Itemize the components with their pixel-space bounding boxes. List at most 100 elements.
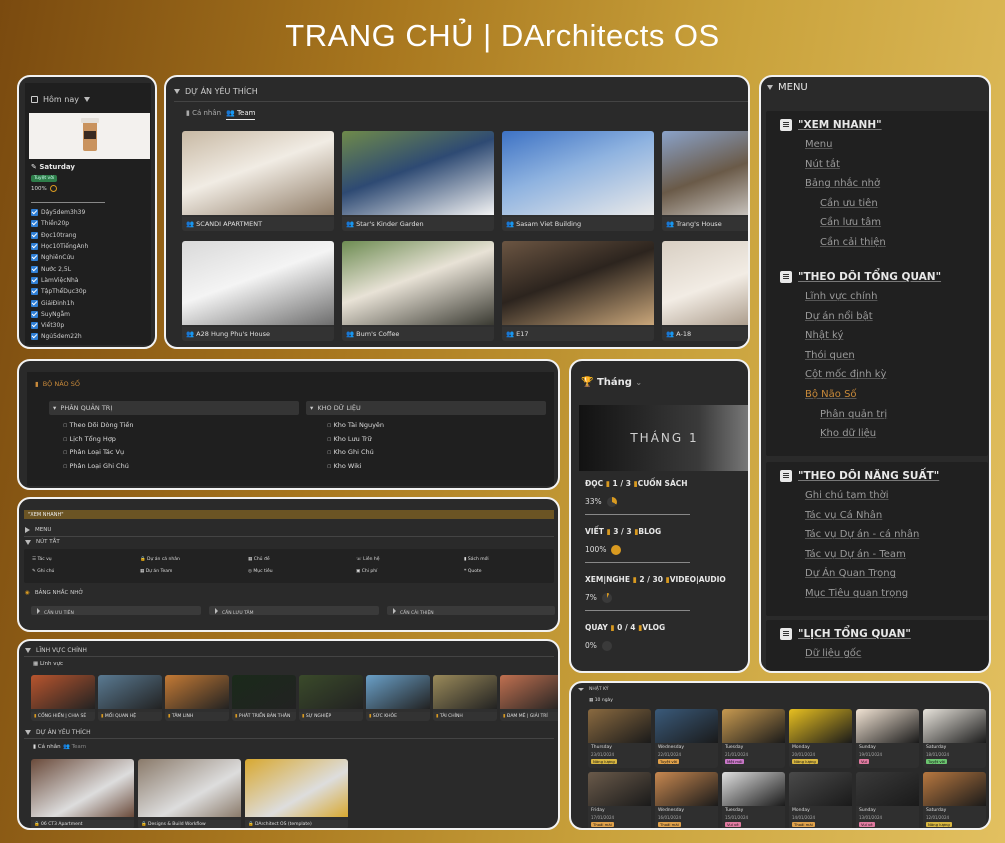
area-card[interactable]: ▮ ĐAM MÊ | GIẢI TRÍ: [500, 675, 558, 721]
area-card[interactable]: ▮ MỐI QUAN HỆ: [98, 675, 162, 721]
checkbox-checked-icon[interactable]: [31, 209, 38, 217]
menu-link[interactable]: Thói quen: [805, 350, 855, 361]
menu-link[interactable]: Nút tắt: [805, 159, 840, 170]
shortcut-button[interactable]: ▦ Dự án Team: [140, 569, 172, 574]
tab-personal[interactable]: ▮ Cá nhân: [186, 109, 221, 117]
area-card[interactable]: ▮ TÂM LINH: [165, 675, 229, 721]
diary-card[interactable]: Saturday 18/01/2024 Tuyệt vời: [923, 709, 986, 768]
project-card[interactable]: 👥 Star's Kinder Garden: [342, 131, 494, 231]
project-card[interactable]: 🔒 06 CT3 Apartment: [31, 759, 134, 828]
area-card[interactable]: ▮ SỨC KHỎE: [366, 675, 430, 721]
diary-card[interactable]: Saturday 12/01/2024 Năng lượng: [923, 772, 986, 828]
data-group-header[interactable]: ▾ KHO DỮ LIỆU: [306, 401, 546, 415]
menu-link[interactable]: Cần ưu tiên: [820, 198, 878, 209]
checkbox-checked-icon[interactable]: [31, 276, 38, 284]
todo-item[interactable]: Học10TiếngAnh: [31, 241, 151, 252]
menu-link[interactable]: Cần cải thiện: [820, 237, 886, 248]
todo-item[interactable]: Viết30p: [31, 320, 151, 331]
diary-card[interactable]: Sunday 13/01/2024 Vui vẻ: [856, 772, 919, 828]
project-card[interactable]: 👥 A28 Hung Phu's House: [182, 241, 334, 341]
collapse-icon[interactable]: [25, 730, 31, 735]
diary-card[interactable]: Wednesday 22/01/2024 Tuyệt vời: [655, 709, 718, 768]
menu-link[interactable]: Tác vụ Cá Nhân: [805, 510, 882, 521]
diary-card[interactable]: Tuesday 21/01/2024 Mệt mỏi: [722, 709, 785, 768]
checkbox-checked-icon[interactable]: [31, 310, 38, 318]
brain-link[interactable]: ▫ Kho Tài Nguyên: [327, 421, 384, 429]
todo-item[interactable]: SuyNgẫm: [31, 309, 151, 320]
menu-link[interactable]: Phân quản trị: [820, 409, 887, 420]
menu-link[interactable]: Ghi chú tạm thời: [805, 490, 889, 501]
menu-link[interactable]: Dữ liệu gốc: [805, 648, 861, 659]
menu-section-head[interactable]: "LỊCH TỔNG QUAN": [780, 628, 911, 640]
reminder-toggle[interactable]: CẦN LƯU TÂM: [209, 606, 379, 616]
collapse-icon[interactable]: [25, 648, 31, 653]
brain-link[interactable]: ▫ Theo Dõi Dòng Tiền: [63, 421, 133, 429]
checkbox-checked-icon[interactable]: [31, 265, 38, 273]
project-card[interactable]: 👥 E17: [502, 241, 654, 341]
checkbox-checked-icon[interactable]: [31, 231, 38, 239]
checkbox-checked-icon[interactable]: [31, 288, 38, 296]
project-card[interactable]: 🔒 DArchitect OS (template): [245, 759, 348, 828]
areas-fav-tab-team[interactable]: 👥 Team: [63, 744, 86, 750]
today-selector[interactable]: Hôm nay: [31, 95, 90, 104]
reminder-toggle[interactable]: CẦN CẢI THIỆN: [387, 606, 555, 616]
shortcut-button[interactable]: ✎ Ghi chú: [32, 569, 54, 574]
diary-card[interactable]: Sunday 19/01/2024 Vui: [856, 709, 919, 768]
reminder-toggle[interactable]: CẦN ƯU TIÊN: [31, 606, 201, 616]
todo-item[interactable]: Đọc10trang: [31, 230, 151, 241]
project-card[interactable]: 👥 A-18: [662, 241, 748, 341]
collapse-icon[interactable]: [25, 539, 31, 545]
project-card[interactable]: 👥 SCANDI APARTMENT: [182, 131, 334, 231]
menu-section-head[interactable]: "XEM NHANH": [780, 119, 882, 131]
shortcut-button[interactable]: ▦ Chủ đề: [248, 557, 270, 562]
menu-link[interactable]: Cần lưu tâm: [820, 217, 881, 228]
todo-item[interactable]: Dậy5dem3h39: [31, 207, 151, 218]
collapse-icon[interactable]: [174, 89, 180, 94]
todo-item[interactable]: TậpThểDục30p: [31, 286, 151, 297]
project-card[interactable]: 👥 Sasam Viet Building: [502, 131, 654, 231]
brain-link[interactable]: ▫ Kho Ghi Chú: [327, 448, 374, 456]
brain-link[interactable]: ▫ Phân Loại Tác Vụ: [63, 448, 124, 456]
tab-team[interactable]: 👥 Team: [226, 109, 256, 120]
menu-link[interactable]: Kho dữ liệu: [820, 428, 876, 439]
menu-toggle[interactable]: MENU: [35, 527, 51, 533]
todo-item[interactable]: NghiênCứu: [31, 252, 151, 263]
menu-link[interactable]: Dự án nổi bật: [805, 311, 873, 322]
menu-link[interactable]: Nhật ký: [805, 330, 843, 341]
checkbox-checked-icon[interactable]: [31, 299, 38, 307]
admin-group-header[interactable]: ▾ PHÂN QUẢN TRỊ: [49, 401, 299, 415]
shortcut-button[interactable]: 🔒 Dự án cá nhân: [140, 557, 180, 562]
menu-section-head[interactable]: "THEO DÕI NĂNG SUẤT": [780, 470, 939, 482]
menu-link[interactable]: Bảng nhắc nhở: [805, 178, 880, 189]
menu-link[interactable]: Cột mốc định kỳ: [805, 369, 886, 380]
checkbox-checked-icon[interactable]: [31, 333, 38, 341]
shortcut-button[interactable]: ☰ Tác vụ: [32, 557, 52, 562]
shortcut-button[interactable]: ❝ Quote: [464, 569, 482, 574]
diary-card[interactable]: Thursday 23/01/2024 Năng lượng: [588, 709, 651, 768]
project-card[interactable]: 👥 Trang's House: [662, 131, 748, 231]
shortcut-button[interactable]: ◎ Mục tiêu: [248, 569, 273, 574]
shortcut-button[interactable]: ☏ Liên hệ: [356, 557, 380, 562]
menu-link[interactable]: Tác vụ Dự án - cá nhân: [805, 529, 919, 540]
area-card[interactable]: ▮ SỰ NGHIỆP: [299, 675, 363, 721]
diary-card[interactable]: Monday 20/01/2024 Năng lượng: [789, 709, 852, 768]
checkbox-checked-icon[interactable]: [31, 322, 38, 330]
menu-link[interactable]: Lĩnh vực chính: [805, 291, 877, 302]
brain-link[interactable]: ▫ Kho Wiki: [327, 462, 362, 470]
menu-link[interactable]: Dự Án Quan Trọng: [805, 568, 896, 579]
collapse-icon[interactable]: [767, 85, 773, 90]
collapse-icon[interactable]: [578, 688, 584, 691]
shortcut-button[interactable]: ▣ Chi phí: [356, 569, 377, 574]
project-card[interactable]: 👥 Bum's Coffee: [342, 241, 494, 341]
brain-link[interactable]: ▫ Phân Loại Ghi Chú: [63, 462, 129, 470]
todo-item[interactable]: GiảiĐinh1h: [31, 297, 151, 308]
areas-tab[interactable]: ▦ Lĩnh vực: [33, 661, 63, 667]
todo-item[interactable]: Thiền20p: [31, 218, 151, 229]
diary-card[interactable]: Tuesday 15/01/2024 Vui vẻ: [722, 772, 785, 828]
expand-icon[interactable]: [25, 527, 30, 533]
menu-link[interactable]: Tác vụ Dự án - Team: [805, 549, 906, 560]
todo-item[interactable]: Ngủ5dem22h: [31, 331, 151, 342]
diary-card[interactable]: Wednesday 16/01/2024 Thoải mái: [655, 772, 718, 828]
area-card[interactable]: ▮ CỐNG HIẾN | CHIA SẺ: [31, 675, 95, 721]
area-card[interactable]: ▮ PHÁT TRIỂN BẢN THÂN: [232, 675, 296, 721]
